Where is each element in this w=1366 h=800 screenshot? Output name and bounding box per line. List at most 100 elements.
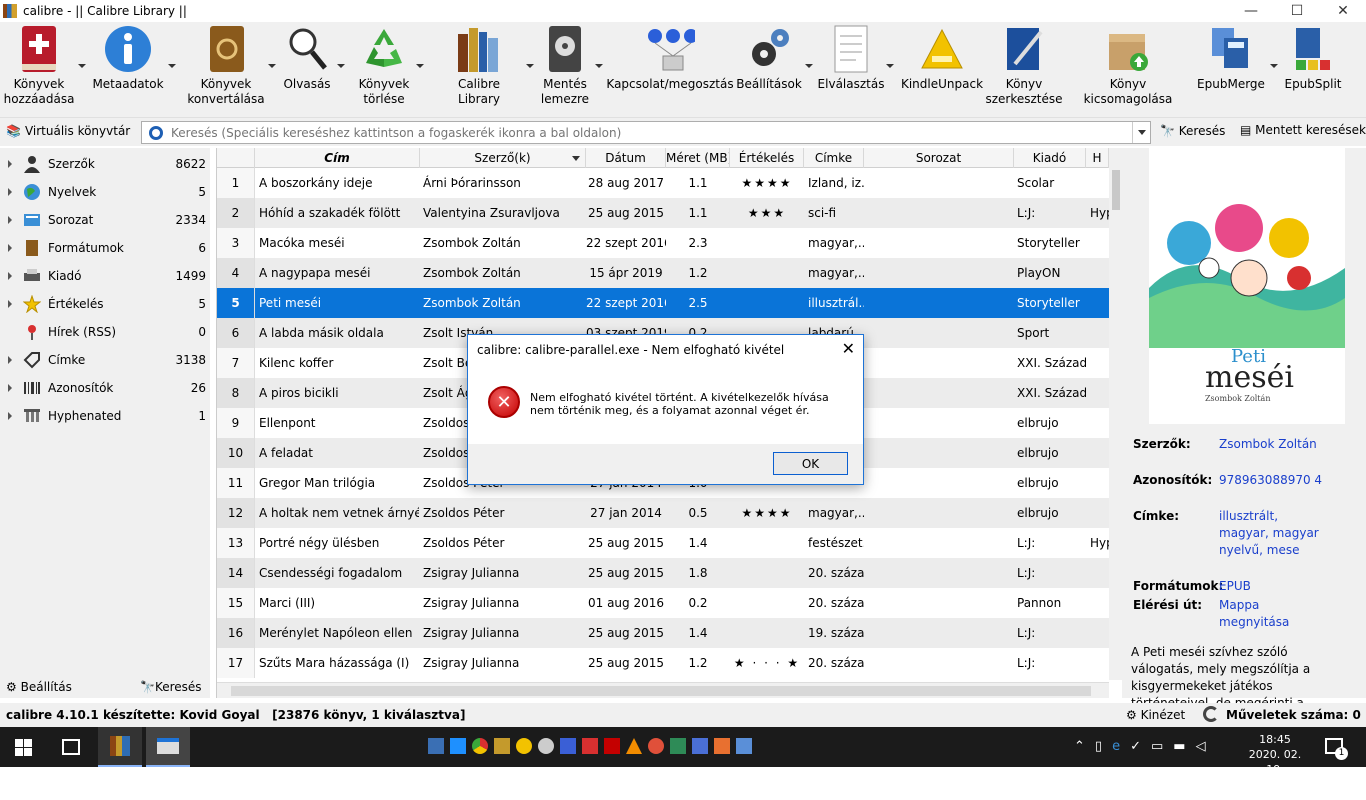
category-languages[interactable]: Nyelvek 5 — [0, 178, 210, 206]
cell-date[interactable]: 25 aug 2015 — [586, 558, 666, 588]
dialog-close-button[interactable]: ✕ — [842, 339, 855, 358]
cell-title[interactable]: Macóka meséi — [259, 228, 419, 258]
expand-arrow-icon[interactable] — [8, 188, 12, 196]
cell-rating[interactable] — [730, 558, 804, 588]
row-number[interactable]: 8 — [217, 378, 255, 408]
scroll-thumb[interactable] — [1112, 170, 1120, 210]
cell-tags[interactable]: magyar,... — [808, 228, 864, 258]
cell-series[interactable] — [868, 438, 1014, 468]
row-number[interactable]: 14 — [217, 558, 255, 588]
taskbar-calibre-icon[interactable] — [98, 727, 142, 767]
table-row[interactable]: 16 Merénylet Napóleon ellen Zsigray Julian… — [217, 618, 1109, 648]
cell-title[interactable]: A labda másik oldala — [259, 318, 419, 348]
app-icon[interactable] — [582, 738, 598, 754]
table-row[interactable]: 12A holtak nem vetnek árnyékotZsoldos Pé… — [217, 498, 1109, 528]
row-number[interactable]: 10 — [217, 438, 255, 468]
cell-publisher[interactable]: L:J: — [1017, 618, 1086, 648]
jobs-count[interactable]: Műveletek száma: 0 — [1226, 708, 1361, 722]
chevron-down-icon[interactable] — [268, 64, 276, 68]
expand-arrow-icon[interactable] — [8, 272, 12, 280]
cell-series[interactable] — [868, 468, 1014, 498]
cell-title[interactable]: Portré négy ülésben — [259, 528, 419, 558]
table-row[interactable]: 17 Szűts Mara házassága (I) Zsigray Julian… — [217, 648, 1109, 678]
cell-author[interactable]: Zsigray Julianna — [423, 558, 585, 588]
cell-size[interactable]: 1.8 — [666, 558, 730, 588]
row-number[interactable]: 17 — [217, 648, 255, 678]
cell-rating[interactable] — [730, 528, 804, 558]
app-icon[interactable] — [428, 738, 444, 754]
expand-arrow-icon[interactable] — [8, 244, 12, 252]
cell-title[interactable]: Ellenpont — [259, 408, 419, 438]
column-header-hyphenated[interactable]: H — [1086, 148, 1109, 168]
chevron-down-icon[interactable] — [886, 64, 894, 68]
table-row[interactable]: 14 Csendességi fogadalom Zsigray Julianna 2… — [217, 558, 1109, 588]
expand-arrow-icon[interactable] — [8, 412, 12, 420]
cell-title[interactable]: Kilenc koffer — [259, 348, 419, 378]
battery-icon[interactable]: ▬ — [1173, 739, 1185, 754]
cell-title[interactable]: Gregor Man trilógia — [259, 468, 419, 498]
expand-arrow-icon[interactable] — [8, 216, 12, 224]
column-header-publisher[interactable]: Kiadó — [1014, 148, 1086, 168]
cell-tags[interactable]: magyar,... — [808, 258, 864, 288]
cell-date[interactable]: 28 aug 2017 — [586, 168, 666, 198]
cell-title[interactable]: Szűts Mara házassága (I) — [259, 648, 419, 678]
cell-date[interactable]: 15 ápr 2019 — [586, 258, 666, 288]
column-header-date[interactable]: Dátum — [586, 148, 666, 168]
chevron-down-icon[interactable] — [1270, 64, 1278, 68]
cell-size[interactable]: 0.5 — [666, 498, 730, 528]
cell-date[interactable]: 25 aug 2015 — [586, 648, 666, 678]
cell-series[interactable] — [868, 258, 1014, 288]
category-authors[interactable]: Szerzők 8622 — [0, 150, 210, 178]
close-button[interactable]: ✕ — [1320, 0, 1366, 22]
cell-author[interactable]: Zsigray Julianna — [423, 648, 585, 678]
row-number[interactable]: 6 — [217, 318, 255, 348]
cell-title[interactable]: A feladat — [259, 438, 419, 468]
cell-title[interactable]: A nagypapa meséi — [259, 258, 419, 288]
column-header-rating[interactable]: Értékelés — [730, 148, 804, 168]
cell-rating[interactable]: ★ · · · ★ — [730, 648, 804, 678]
app-icon[interactable] — [450, 738, 466, 754]
cell-size[interactable]: 1.2 — [666, 648, 730, 678]
convert-books-button[interactable]: Könyvek konvertálása — [187, 24, 265, 114]
cell-series[interactable] — [868, 588, 1014, 618]
cell-publisher[interactable]: Pannon — [1017, 588, 1086, 618]
app-icon[interactable] — [692, 738, 708, 754]
category-tags[interactable]: Címke 3138 — [0, 346, 210, 374]
cell-publisher[interactable]: L:J: — [1017, 198, 1086, 228]
view-button[interactable]: Olvasás — [282, 24, 332, 114]
tags-links[interactable]: illusztrált, magyar, magyar nyelvű, mese — [1219, 508, 1329, 559]
kindleunpack-button[interactable]: KindleUnpack — [901, 24, 983, 114]
column-header-size[interactable]: Méret (MB) — [666, 148, 730, 168]
details-scrollbar[interactable] — [1352, 430, 1366, 698]
cell-series[interactable] — [868, 198, 1014, 228]
cell-publisher[interactable]: L:J: — [1017, 558, 1086, 588]
cell-size[interactable]: 2.5 — [666, 288, 730, 318]
row-number[interactable]: 15 — [217, 588, 255, 618]
tag-browser-search-button[interactable]: 🔭Keresés — [140, 680, 202, 694]
cell-date[interactable]: 25 aug 2015 — [586, 198, 666, 228]
chevron-down-icon[interactable] — [168, 64, 176, 68]
row-number[interactable]: 16 — [217, 618, 255, 648]
cell-series[interactable] — [868, 618, 1014, 648]
cell-series[interactable] — [868, 558, 1014, 588]
vertical-scrollbar[interactable] — [1109, 148, 1122, 680]
row-number[interactable]: 9 — [217, 408, 255, 438]
save-small-icon[interactable] — [560, 738, 576, 754]
cell-rating[interactable] — [730, 288, 804, 318]
cell-series[interactable] — [868, 348, 1014, 378]
expand-arrow-icon[interactable] — [8, 160, 12, 168]
table-row[interactable]: 1A boszorkány ideje Árni Þórarinsson 28 au… — [217, 168, 1109, 198]
gear-icon[interactable] — [149, 125, 163, 140]
cell-publisher[interactable]: XXI. Század — [1017, 378, 1086, 408]
expand-arrow-icon[interactable] — [8, 356, 12, 364]
cell-tags[interactable]: 20. száza... — [808, 588, 864, 618]
cell-series[interactable] — [868, 378, 1014, 408]
calibre-small-icon[interactable] — [494, 738, 510, 754]
cell-author[interactable]: Zsombok Zoltán — [423, 228, 585, 258]
task-view-icon[interactable] — [62, 739, 80, 755]
table-row[interactable]: 15 Marci (III) Zsigray Julianna 01 aug 2016… — [217, 588, 1109, 618]
network-icon[interactable]: ▭ — [1151, 739, 1163, 754]
cell-title[interactable]: A piros bicikli — [259, 378, 419, 408]
cell-date[interactable]: 22 szept 2016 — [586, 288, 666, 318]
add-books-button[interactable]: Könyvek hozzáadása — [4, 24, 74, 114]
